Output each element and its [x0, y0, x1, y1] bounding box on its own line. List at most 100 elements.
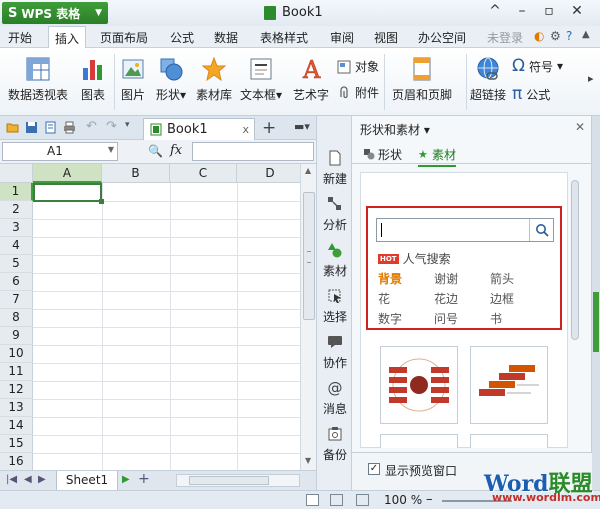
row-header[interactable]: 9: [0, 327, 33, 345]
side-material-button[interactable]: 素材: [317, 242, 353, 279]
save-icon[interactable]: [25, 121, 38, 134]
column-header[interactable]: B: [102, 164, 170, 183]
side-backup-button[interactable]: 备份: [317, 426, 353, 463]
picture-button[interactable]: 图片: [120, 56, 146, 103]
tab-office-space[interactable]: 办公空间: [418, 29, 466, 46]
sheet-tab-sheet1[interactable]: Sheet1: [56, 471, 118, 491]
undo-icon[interactable]: ↶: [86, 119, 99, 134]
keyword-link[interactable]: 花边: [434, 290, 458, 307]
pane-close-button[interactable]: ✕: [575, 120, 585, 134]
pane-title[interactable]: 形状和素材 ▾: [360, 121, 430, 138]
zoom-out-button[interactable]: –: [426, 492, 433, 507]
material-thumbnail[interactable]: [470, 346, 548, 424]
material-library-button[interactable]: 素材库: [196, 56, 232, 103]
show-preview-checkbox[interactable]: ✓: [368, 463, 380, 475]
header-footer-button[interactable]: 页眉和页脚: [392, 56, 452, 103]
keyword-link[interactable]: 数字: [378, 310, 402, 327]
chevron-up-icon[interactable]: ▲: [582, 29, 590, 40]
row-header[interactable]: 11: [0, 363, 33, 381]
zoom-magnifier-icon[interactable]: 🔍: [148, 144, 163, 158]
keyword-link[interactable]: 背景: [378, 270, 402, 287]
row-header[interactable]: 16: [0, 453, 33, 470]
select-all-corner[interactable]: [0, 164, 33, 183]
horizontal-scrollbar[interactable]: [176, 474, 300, 487]
normal-view-icon[interactable]: [306, 494, 319, 506]
material-thumbnail[interactable]: [470, 434, 548, 448]
row-header[interactable]: 4: [0, 237, 33, 255]
keyword-link[interactable]: 花: [378, 290, 390, 307]
print-icon[interactable]: [63, 121, 76, 134]
scrollbar-thumb[interactable]: [303, 192, 315, 320]
zoom-level[interactable]: 100 %: [384, 493, 422, 507]
tab-formulas[interactable]: 公式: [170, 29, 194, 46]
pane-scrollbar[interactable]: [570, 180, 580, 450]
material-thumbnail[interactable]: [380, 434, 458, 448]
new-tab-button[interactable]: +: [262, 118, 276, 138]
ribbon-scroll-right-icon[interactable]: ▸: [588, 72, 594, 85]
customize-quick-access-icon[interactable]: ▾: [125, 120, 138, 133]
settings-icon[interactable]: ⚙: [550, 29, 561, 43]
side-select-button[interactable]: 选择: [317, 288, 353, 325]
app-menu-button[interactable]: S WPS 表格 ▼: [2, 2, 108, 24]
row-header[interactable]: 2: [0, 201, 33, 219]
row-header[interactable]: 6: [0, 273, 33, 291]
pane-toggle-handle[interactable]: [593, 292, 599, 352]
row-header[interactable]: 15: [0, 435, 33, 453]
side-collab-button[interactable]: 协作: [317, 334, 353, 371]
row-header[interactable]: 7: [0, 291, 33, 309]
row-header[interactable]: 8: [0, 309, 33, 327]
row-header[interactable]: 1: [0, 183, 33, 201]
tab-shapes[interactable]: 形状: [364, 146, 402, 163]
active-cell[interactable]: [33, 183, 104, 204]
tab-view[interactable]: 视图: [374, 29, 398, 46]
row-header[interactable]: 14: [0, 417, 33, 435]
shapes-button[interactable]: 形状▾: [156, 56, 186, 103]
hyperlink-button[interactable]: 超链接: [470, 56, 506, 103]
page-layout-view-icon[interactable]: [330, 494, 343, 506]
scroll-down-icon[interactable]: ▼: [305, 456, 311, 465]
ribbon-collapse-button[interactable]: ^: [484, 3, 506, 19]
chevron-down-icon[interactable]: ▼: [108, 145, 114, 154]
symbol-button[interactable]: Ω 符号 ▾: [512, 56, 563, 76]
side-message-button[interactable]: @ 消息: [317, 380, 353, 417]
tab-data[interactable]: 数据: [214, 29, 238, 46]
side-analyze-button[interactable]: 分析: [317, 196, 353, 233]
document-tab[interactable]: Book1 x: [143, 118, 255, 140]
row-header[interactable]: 5: [0, 255, 33, 273]
scroll-up-icon[interactable]: ▲: [305, 166, 311, 175]
keyword-link[interactable]: 箭头: [490, 270, 514, 287]
row-header[interactable]: 10: [0, 345, 33, 363]
insert-function-button[interactable]: fx: [170, 143, 182, 158]
open-folder-icon[interactable]: [6, 121, 19, 134]
material-thumbnail[interactable]: [380, 346, 458, 424]
login-status[interactable]: 未登录: [487, 29, 523, 46]
minimize-button[interactable]: –: [511, 3, 533, 19]
scrollbar-thumb[interactable]: [571, 180, 579, 340]
add-sheet-button[interactable]: +: [138, 471, 150, 487]
object-button[interactable]: 对象: [336, 58, 379, 75]
next-sheet-nav-icon[interactable]: ▶: [38, 474, 46, 485]
close-tab-icon[interactable]: x: [242, 123, 249, 136]
page-break-view-icon[interactable]: [356, 494, 369, 506]
vertical-scrollbar[interactable]: ▲ ▼: [300, 164, 316, 470]
skin-icon[interactable]: ◐: [534, 29, 544, 43]
tab-review[interactable]: 审阅: [330, 29, 354, 46]
pivot-table-button[interactable]: 数据透视表: [8, 56, 68, 103]
next-sheet-icon[interactable]: ▶: [122, 474, 130, 485]
close-button[interactable]: ✕: [566, 3, 588, 19]
attach-button[interactable]: 附件: [336, 84, 379, 101]
redo-icon[interactable]: ↷: [106, 119, 119, 134]
tab-insert[interactable]: 插入: [48, 26, 87, 49]
column-header[interactable]: D: [237, 164, 300, 183]
keyword-link[interactable]: 书: [490, 310, 502, 327]
row-header[interactable]: 13: [0, 399, 33, 417]
tab-material[interactable]: ★ 素材: [418, 146, 457, 167]
wordart-button[interactable]: A 艺术字: [293, 56, 329, 103]
column-header[interactable]: C: [170, 164, 237, 183]
first-sheet-icon[interactable]: |◀: [6, 474, 17, 485]
chart-button[interactable]: 图表: [80, 56, 106, 103]
prev-sheet-icon[interactable]: ◀: [24, 474, 32, 485]
row-header[interactable]: 12: [0, 381, 33, 399]
maximize-button[interactable]: ▫: [538, 3, 560, 19]
textbox-button[interactable]: 文本框▾: [240, 56, 282, 103]
